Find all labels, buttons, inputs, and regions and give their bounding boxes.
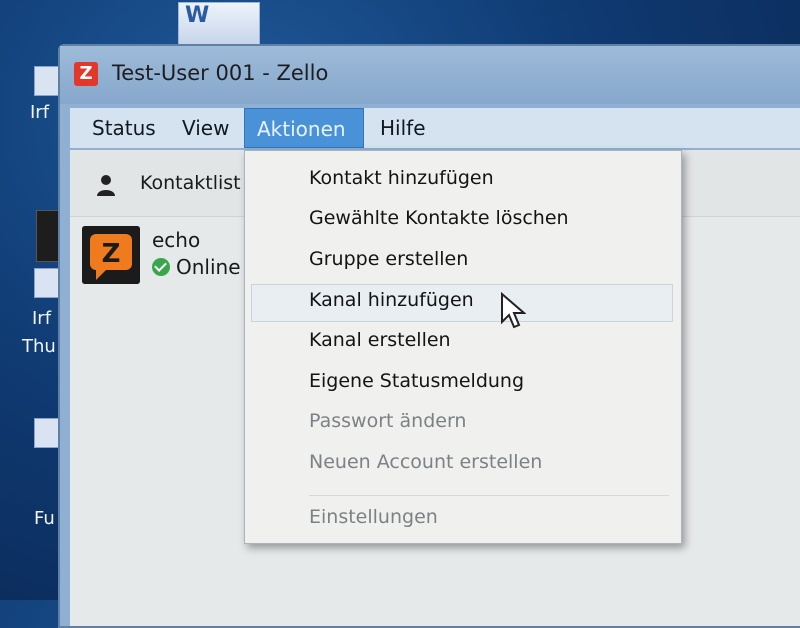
person-icon[interactable] [96, 174, 116, 196]
desktop-icons-column: Irf Irf Thu Fu [0, 40, 64, 600]
mouse-cursor-icon [501, 292, 526, 329]
menu-item-neuen-account[interactable]: Neuen Account erstellen [309, 451, 542, 473]
menu-item-eigene-statusmeldung[interactable]: Eigene Statusmeldung [309, 370, 524, 392]
desktop-icon-label[interactable]: Fu [34, 508, 55, 529]
menu-status[interactable]: Status [88, 108, 160, 148]
desktop-icon-label[interactable]: Thu [22, 336, 56, 357]
contact-avatar: Z [82, 226, 140, 284]
desktop-app-icon[interactable] [34, 268, 60, 298]
menu-bar: Status View Aktionen Hilfe [70, 108, 800, 148]
word-document-icon[interactable] [34, 418, 60, 448]
word-desktop-icon[interactable]: W [178, 2, 260, 46]
menu-item-kontakt-hinzufuegen[interactable]: Kontakt hinzufügen [309, 167, 494, 189]
menu-item-gruppe-erstellen[interactable]: Gruppe erstellen [309, 248, 468, 270]
menu-item-kanal-hinzufuegen[interactable]: Kanal hinzufügen [309, 289, 474, 311]
aktionen-dropdown-menu: Kontakt hinzufügen Gewählte Kontakte lös… [244, 150, 682, 544]
window-title: Test-User 001 - Zello [112, 61, 329, 85]
contactlist-tab[interactable]: Kontaktlist [140, 172, 241, 194]
menu-separator [309, 495, 669, 496]
desktop-icon-label[interactable]: Irf [32, 308, 51, 329]
menu-aktionen[interactable]: Aktionen [244, 108, 364, 148]
menu-item-passwort-aendern[interactable]: Passwort ändern [309, 410, 466, 432]
menu-item-kontakte-loeschen[interactable]: Gewählte Kontakte löschen [309, 207, 569, 229]
menu-item-einstellungen[interactable]: Einstellungen [309, 506, 438, 528]
contact-status: Online [176, 255, 241, 279]
menu-hilfe[interactable]: Hilfe [376, 108, 430, 148]
svg-text:Z: Z [102, 239, 121, 269]
title-bar[interactable]: Z Test-User 001 - Zello [60, 46, 800, 104]
desktop-icon-label[interactable]: Irf [30, 102, 49, 123]
menu-item-kanal-erstellen[interactable]: Kanal erstellen [309, 329, 451, 351]
menu-view[interactable]: View [178, 108, 233, 148]
zello-logo-icon: Z [74, 62, 98, 86]
online-status-icon [152, 258, 170, 276]
desktop-app-icon[interactable] [34, 66, 60, 96]
contact-name: echo [152, 228, 201, 252]
